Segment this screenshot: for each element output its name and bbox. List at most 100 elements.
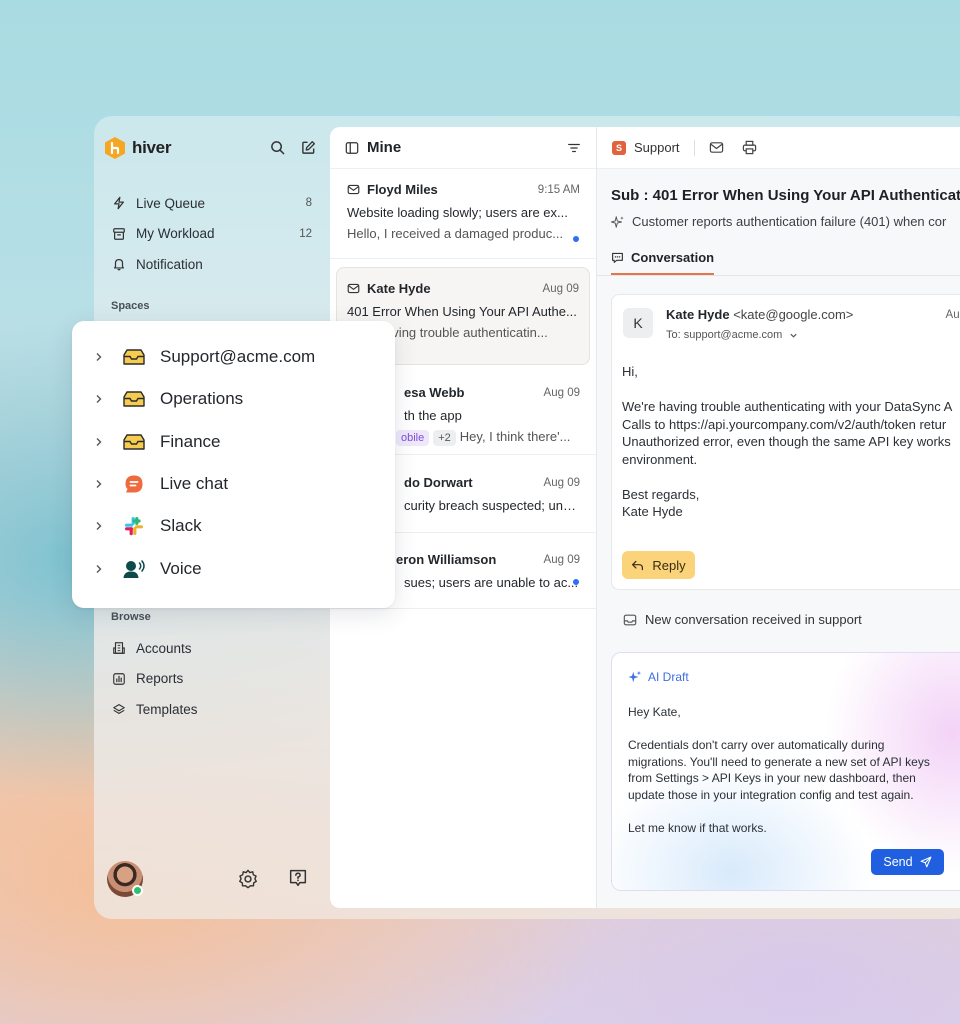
- main-nav: Live Queue 8 My Workload 12 Notification: [110, 188, 314, 280]
- nav-label: Notification: [136, 256, 203, 272]
- inbox-tray-icon: [623, 613, 637, 627]
- space-item-finance[interactable]: Finance: [72, 421, 395, 463]
- compose-icon[interactable]: [301, 140, 316, 155]
- mail-preview: Hey, I think there'...: [459, 429, 571, 444]
- space-label: Finance: [160, 431, 221, 451]
- chat-icon: [611, 251, 624, 264]
- mail-icon[interactable]: [709, 140, 724, 155]
- sparkle-icon: [611, 215, 625, 229]
- inbox-stack-icon: [110, 227, 128, 241]
- email-body: Hi, We're having trouble authenticating …: [622, 364, 953, 519]
- mail-date: Aug 09: [543, 553, 580, 566]
- chevron-right-icon[interactable]: [94, 564, 104, 574]
- chevron-down-icon: [789, 331, 798, 340]
- mailbox-icon: [122, 390, 146, 408]
- help-icon[interactable]: [287, 867, 309, 889]
- sender-name: Kate Hyde: [666, 307, 730, 322]
- gear-icon[interactable]: [237, 868, 259, 890]
- chat-bubble-icon: [122, 474, 146, 494]
- sender-email: <kate@google.com>: [733, 307, 854, 322]
- sender-line: Kate Hyde <kate@google.com>: [666, 307, 853, 322]
- hiver-logo-icon: [105, 137, 125, 159]
- conversation-tabs: Conversation: [597, 240, 960, 276]
- filter-icon[interactable]: [567, 141, 581, 155]
- space-item-live-chat[interactable]: Live chat: [72, 463, 395, 505]
- bell-icon: [110, 257, 128, 271]
- logo: hiver: [104, 136, 171, 160]
- send-button[interactable]: Send: [871, 849, 944, 875]
- browse-title: Browse: [111, 611, 151, 623]
- mailbox-icon: [122, 433, 146, 451]
- mail-preview: Hello, I received a damaged produc...: [347, 226, 564, 241]
- sender-avatar: K: [623, 308, 653, 338]
- slack-icon: [122, 516, 146, 536]
- reply-label: Reply: [652, 557, 686, 573]
- notice-text: New conversation received in support: [645, 612, 862, 627]
- tab-conversation[interactable]: Conversation: [611, 250, 715, 275]
- nav-reports[interactable]: Reports: [110, 664, 314, 695]
- space-label: Live chat: [160, 474, 229, 494]
- mailbox-icon: [122, 348, 146, 366]
- nav-my-workload[interactable]: My Workload 12: [110, 219, 314, 250]
- recipient-text: To: support@acme.com: [666, 329, 783, 341]
- reply-button[interactable]: Reply: [622, 551, 695, 579]
- mail-sender: Kate Hyde: [367, 281, 431, 296]
- unread-indicator: [573, 579, 579, 585]
- brand-name: hiver: [132, 138, 172, 157]
- space-item-operations[interactable]: Operations: [72, 378, 395, 420]
- spaces-title: Spaces: [111, 300, 150, 312]
- toolbar-divider: [693, 139, 695, 156]
- mail-date: 9:15 AM: [537, 183, 580, 196]
- nav-count: 8: [305, 197, 312, 210]
- print-icon[interactable]: [742, 140, 757, 155]
- space-label: Slack: [160, 516, 202, 536]
- nav-label: Accounts: [136, 640, 192, 656]
- chevron-right-icon[interactable]: [94, 394, 104, 404]
- chevron-right-icon[interactable]: [94, 437, 104, 447]
- lightning-icon: [110, 196, 128, 210]
- tag-more-badge[interactable]: +2: [433, 430, 456, 446]
- ai-sparkle-icon: [628, 670, 642, 684]
- email-date: Aug 09: [945, 309, 960, 321]
- ai-draft-label: AI Draft: [648, 670, 689, 684]
- nav-notification[interactable]: Notification: [110, 249, 314, 280]
- nav-count: 12: [299, 227, 312, 240]
- ai-draft-body[interactable]: Hey Kate, Credentials don't carry over a…: [628, 704, 958, 836]
- spaces-popover: Support@acme.com Operations Finance Live…: [72, 321, 395, 608]
- mail-item[interactable]: Floyd Miles 9:15 AM Website loading slow…: [330, 169, 596, 259]
- inbox-badge: S: [612, 140, 626, 155]
- space-label: Voice: [160, 558, 202, 578]
- email-message: K Kate Hyde <kate@google.com> Aug 09 To:…: [611, 294, 960, 590]
- conversation-subject: Sub : 401 Error When Using Your API Auth…: [611, 187, 960, 204]
- inbox-name[interactable]: Support: [634, 140, 680, 155]
- mail-date: Aug 09: [543, 386, 580, 399]
- send-label: Send: [883, 855, 913, 869]
- mail-subject: 401 Error When Using Your API Authe...: [347, 304, 577, 319]
- mail-date: Aug 09: [542, 282, 579, 295]
- nav-live-queue[interactable]: Live Queue 8: [110, 188, 314, 219]
- unread-indicator: [573, 236, 579, 242]
- conversation-panel: S Support Sub : 401 Error When Using You…: [597, 127, 960, 908]
- space-item-voice[interactable]: Voice: [72, 547, 395, 589]
- nav-label: My Workload: [136, 226, 215, 242]
- chevron-right-icon[interactable]: [94, 479, 104, 489]
- sidebar-toggle-icon[interactable]: [345, 141, 359, 155]
- ai-summary: Customer reports authentication failure …: [611, 214, 946, 229]
- search-icon[interactable]: [270, 140, 285, 155]
- list-title: Mine: [367, 139, 402, 156]
- online-status-dot: [132, 885, 143, 896]
- space-item-slack[interactable]: Slack: [72, 505, 395, 547]
- nav-templates[interactable]: Templates: [110, 694, 314, 725]
- recipient-dropdown[interactable]: To: support@acme.com: [666, 329, 798, 341]
- ai-draft-title: AI Draft: [628, 670, 689, 684]
- chevron-right-icon[interactable]: [94, 352, 104, 362]
- space-item-support[interactable]: Support@acme.com: [72, 336, 395, 378]
- envelope-icon: [347, 282, 360, 295]
- chevron-right-icon[interactable]: [94, 521, 104, 531]
- mail-subject: Website loading slowly; users are ex...: [347, 205, 568, 220]
- space-label: Support@acme.com: [160, 347, 316, 367]
- list-header: Mine: [330, 127, 596, 169]
- sidebar-footer: [107, 861, 317, 899]
- nav-accounts[interactable]: Accounts: [110, 633, 314, 664]
- mail-sender: esa Webb: [404, 385, 465, 400]
